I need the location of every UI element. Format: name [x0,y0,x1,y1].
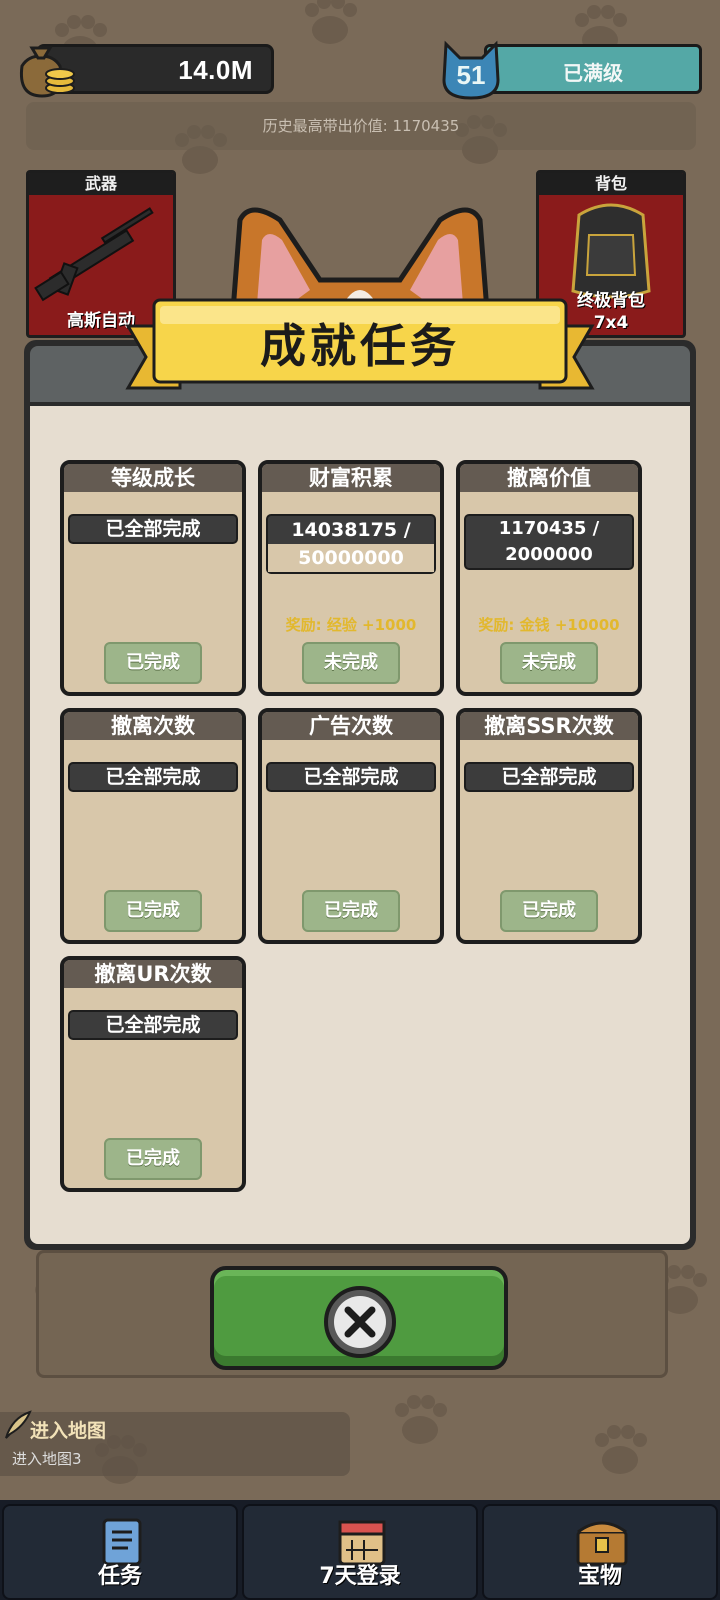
achievement-progress: 已全部完成 [68,762,238,792]
achievement-status-button[interactable]: 未完成 [500,642,598,684]
modal-title: 成就任务 [260,319,460,373]
achievement-card-level-growth: 等级成长 已全部完成 已完成 [60,460,246,696]
achievement-reward: 奖励: 经验 +1000 [285,616,417,634]
tab-7day-login[interactable]: 7天登录 [242,1504,478,1600]
tab-treasure[interactable]: 宝物 [482,1504,718,1600]
tab-tasks[interactable]: 任务 [2,1504,238,1600]
bottom-nav: 任务 7天登录 宝物 [0,1500,720,1600]
achievement-status-button[interactable]: 未完成 [302,642,400,684]
achievement-title: 撤离UR次数 [64,960,242,988]
modal-title-ribbon: 成就任务 [120,296,600,400]
achievement-status-button[interactable]: 已完成 [104,1138,202,1180]
level-number: 51 [456,60,486,90]
achievement-progress: 已全部完成 [464,762,634,792]
achievement-progress-line2: 50000000 [268,544,434,572]
tab-treasure-label: 宝物 [577,1564,622,1589]
weapon-slot-header: 武器 [29,173,173,195]
achievement-card-extract-count: 撤离次数 已全部完成 已完成 [60,708,246,944]
achievement-reward: 奖励: 金钱 +10000 [478,616,620,634]
achievement-status-button[interactable]: 已完成 [500,890,598,932]
achievement-title: 撤离SSR次数 [460,712,638,740]
achievement-card-ur-count: 撤离UR次数 已全部完成 已完成 [60,956,246,1192]
achievement-progress-line1: 14038175 / [291,519,411,541]
map-hint-subtitle: 进入地图3 [12,1450,82,1468]
achievement-status-button[interactable]: 已完成 [104,642,202,684]
achievement-progress: 已全部完成 [266,762,436,792]
level-status-text: 已满级 [563,61,623,85]
quill-icon [5,1410,32,1439]
achievement-progress: 已全部完成 [68,514,238,544]
coin-value: 14.0M [178,55,253,85]
map-hint-title: 进入地图 [30,1420,107,1442]
achievement-title: 撤离次数 [64,712,242,740]
map-hint-panel[interactable]: 进入地图 进入地图3 [0,1412,350,1476]
backpack-slot-header: 背包 [539,173,683,195]
level-badge: 51 [440,40,502,100]
achievement-title: 撤离价值 [460,464,638,492]
tab-7day-login-label: 7天登录 [319,1564,401,1589]
achievement-status-button[interactable]: 已完成 [302,890,400,932]
achievement-card-ad-count: 广告次数 已全部完成 已完成 [258,708,444,944]
achievement-status-button[interactable]: 已完成 [104,890,202,932]
achievement-title: 财富积累 [262,464,440,492]
achievement-modal: 等级成长 已全部完成 已完成 财富积累 14038175 / 50000000 … [24,340,696,1250]
achievement-progress: 14038175 / 50000000 [266,514,436,574]
achievement-progress: 已全部完成 [68,1010,238,1040]
achievement-card-extract-value: 撤离价值 1170435 / 2000000 奖励: 金钱 +10000 未完成 [456,460,642,696]
achievement-card-ssr-count: 撤离SSR次数 已全部完成 已完成 [456,708,642,944]
achievement-progress: 1170435 / 2000000 [464,514,634,570]
close-icon[interactable] [322,1284,398,1360]
achievement-title: 等级成长 [64,464,242,492]
tab-tasks-label: 任务 [97,1564,142,1589]
level-status-bar: 已满级 [484,44,702,94]
achievement-card-wealth: 财富积累 14038175 / 50000000 奖励: 经验 +1000 未完… [258,460,444,696]
money-bag-icon [19,46,75,98]
modal-body: 等级成长 已全部完成 已完成 财富积累 14038175 / 50000000 … [30,406,690,1244]
achievement-title: 广告次数 [262,712,440,740]
history-best-value: 历史最高带出价值: 1170435 [26,102,696,150]
